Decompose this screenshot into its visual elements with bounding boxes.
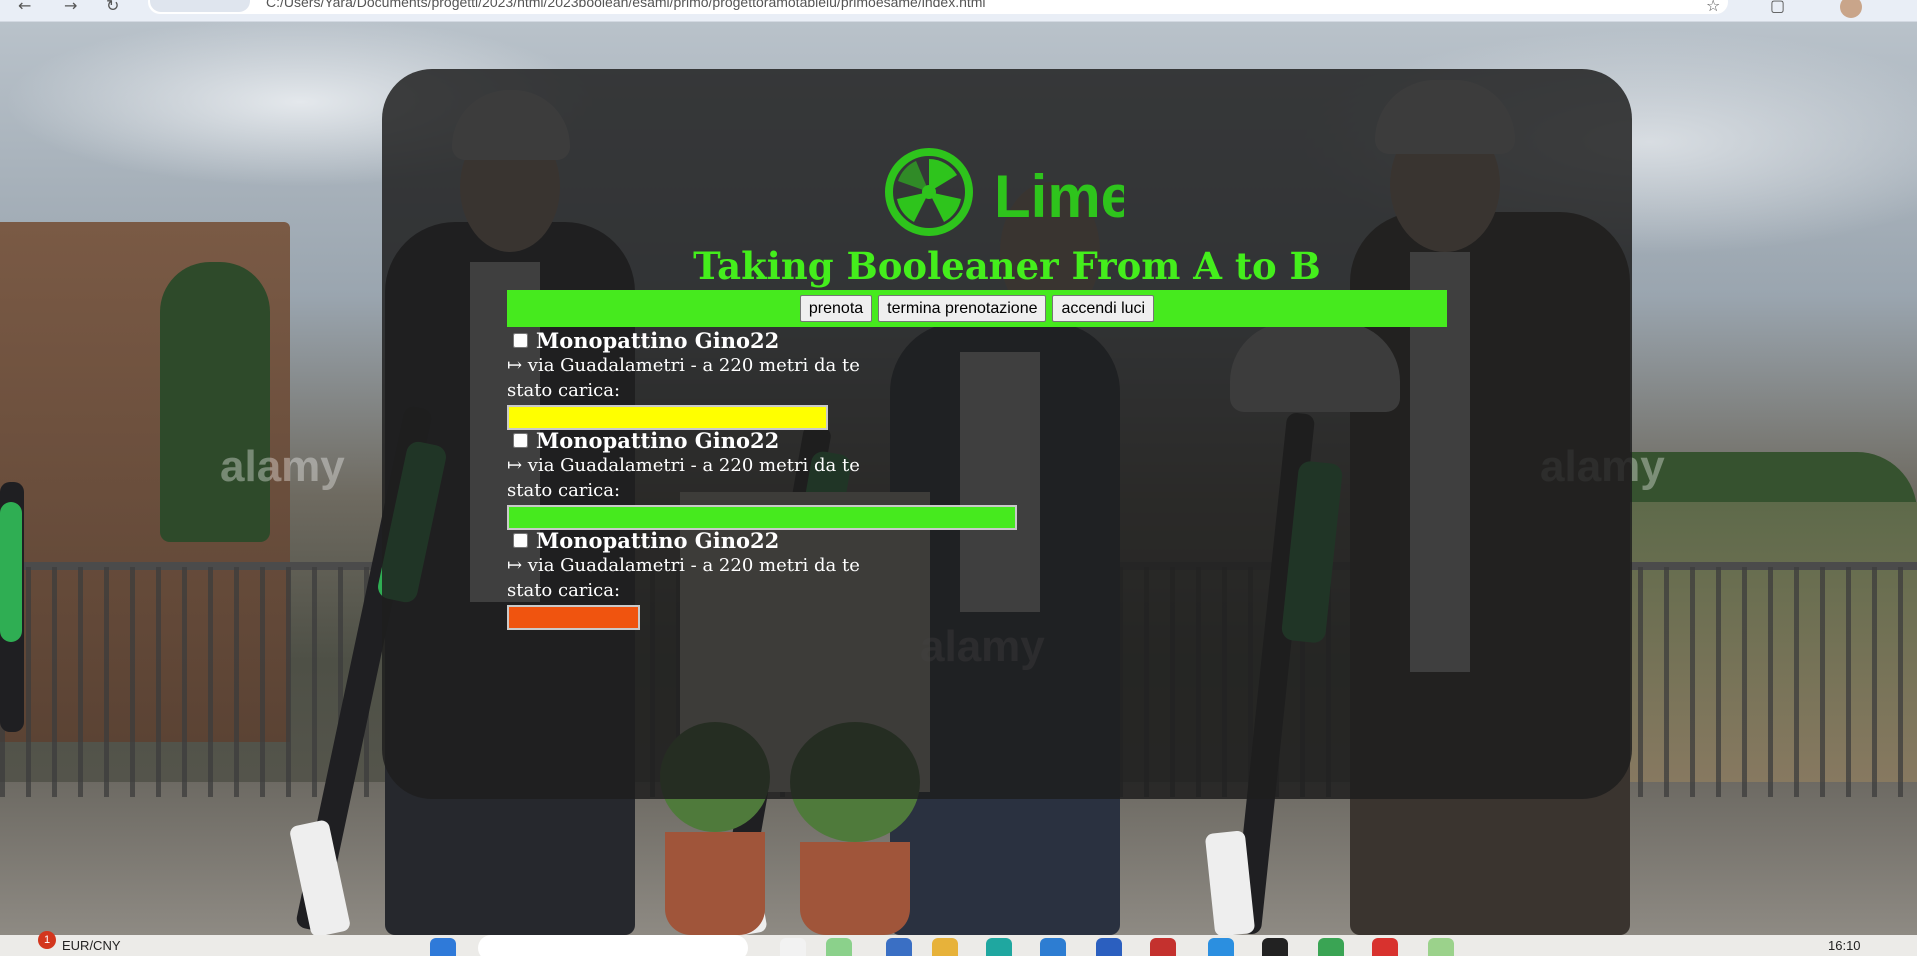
notification-badge[interactable]: 1 bbox=[38, 931, 56, 949]
address-text: C:/Users/Yara/Documents/progetti/2023/ht… bbox=[266, 0, 986, 10]
trees-left bbox=[160, 262, 270, 542]
lights-button[interactable]: accendi luci bbox=[1052, 295, 1155, 322]
back-icon[interactable]: ← bbox=[18, 0, 31, 15]
scooter-checkbox[interactable] bbox=[513, 332, 528, 348]
taskbar-search[interactable] bbox=[478, 935, 748, 956]
currency-ticker[interactable]: EUR/CNY bbox=[62, 938, 121, 953]
folder-icon[interactable] bbox=[932, 938, 958, 956]
forward-icon[interactable]: → bbox=[64, 0, 77, 15]
word-icon[interactable] bbox=[1096, 938, 1122, 956]
charge-label: stato carica: bbox=[507, 480, 621, 501]
lime-wheel-icon bbox=[885, 148, 973, 236]
store-icon[interactable] bbox=[1040, 938, 1066, 956]
mail-icon[interactable] bbox=[1150, 938, 1176, 956]
lime-wordmark: Lime bbox=[994, 163, 1124, 230]
charge-label: stato carica: bbox=[507, 580, 621, 601]
site-info-chip[interactable] bbox=[150, 0, 250, 12]
scooter-item: Monopattino Gino22 ↦ via Guadalametri - … bbox=[507, 327, 860, 430]
lime-logo: Lime bbox=[885, 148, 1124, 236]
extensions-icon[interactable]: ▢ bbox=[1770, 0, 1785, 15]
scooter-location: ↦ via Guadalametri - a 220 metri da te bbox=[507, 355, 860, 376]
booking-panel: Lime Taking Booleaner From A to B prenot… bbox=[382, 69, 1632, 799]
reload-icon[interactable]: ↻ bbox=[106, 0, 119, 15]
clock[interactable]: 16:10 bbox=[1828, 938, 1861, 953]
charge-label: stato carica: bbox=[507, 380, 621, 401]
pot-1 bbox=[665, 832, 765, 935]
pot-2 bbox=[800, 842, 910, 935]
scooter-checkbox[interactable] bbox=[513, 532, 528, 548]
scooter-item: Monopattino Gino22 ↦ via Guadalametri - … bbox=[507, 427, 1017, 530]
chrome-icon[interactable] bbox=[1318, 938, 1344, 956]
watermark-left: alamy bbox=[220, 442, 345, 491]
profile-avatar[interactable] bbox=[1840, 0, 1862, 18]
address-bar[interactable]: C:/Users/Yara/Documents/progetti/2023/ht… bbox=[148, 0, 1728, 14]
action-toolbar: prenota termina prenotazione accendi luc… bbox=[507, 290, 1447, 327]
page-title: Taking Booleaner From A to B bbox=[693, 244, 1321, 288]
app-icon-2[interactable] bbox=[1428, 938, 1454, 956]
start-icon[interactable] bbox=[430, 938, 456, 956]
browser-toolbar: ← → ↻ C:/Users/Yara/Documents/progetti/2… bbox=[0, 0, 1917, 22]
vivaldi-icon[interactable] bbox=[1372, 938, 1398, 956]
scooter-name: Monopattino Gino22 bbox=[536, 327, 780, 353]
scooter-name: Monopattino Gino22 bbox=[536, 527, 780, 553]
scooter-location: ↦ via Guadalametri - a 220 metri da te bbox=[507, 555, 860, 576]
bookmark-star-icon[interactable]: ☆ bbox=[1706, 0, 1720, 15]
os-taskbar: 1 EUR/CNY 16:10 bbox=[0, 931, 1917, 956]
scooter-location: ↦ via Guadalametri - a 220 metri da te bbox=[507, 455, 860, 476]
end-booking-button[interactable]: termina prenotazione bbox=[878, 295, 1047, 322]
task-view-icon[interactable] bbox=[780, 938, 806, 956]
scooter-name: Monopattino Gino22 bbox=[536, 427, 780, 453]
scooter-checkbox[interactable] bbox=[513, 432, 528, 448]
telegram-icon[interactable] bbox=[1208, 938, 1234, 956]
edge-icon[interactable] bbox=[986, 938, 1012, 956]
widget-icon[interactable] bbox=[826, 938, 852, 956]
charge-bar bbox=[507, 605, 640, 630]
app-icon[interactable] bbox=[886, 938, 912, 956]
scooter-green-edge bbox=[0, 502, 22, 642]
book-button[interactable]: prenota bbox=[799, 295, 873, 322]
terminal-icon[interactable] bbox=[1262, 938, 1288, 956]
scooter-item: Monopattino Gino22 ↦ via Guadalametri - … bbox=[507, 527, 860, 630]
